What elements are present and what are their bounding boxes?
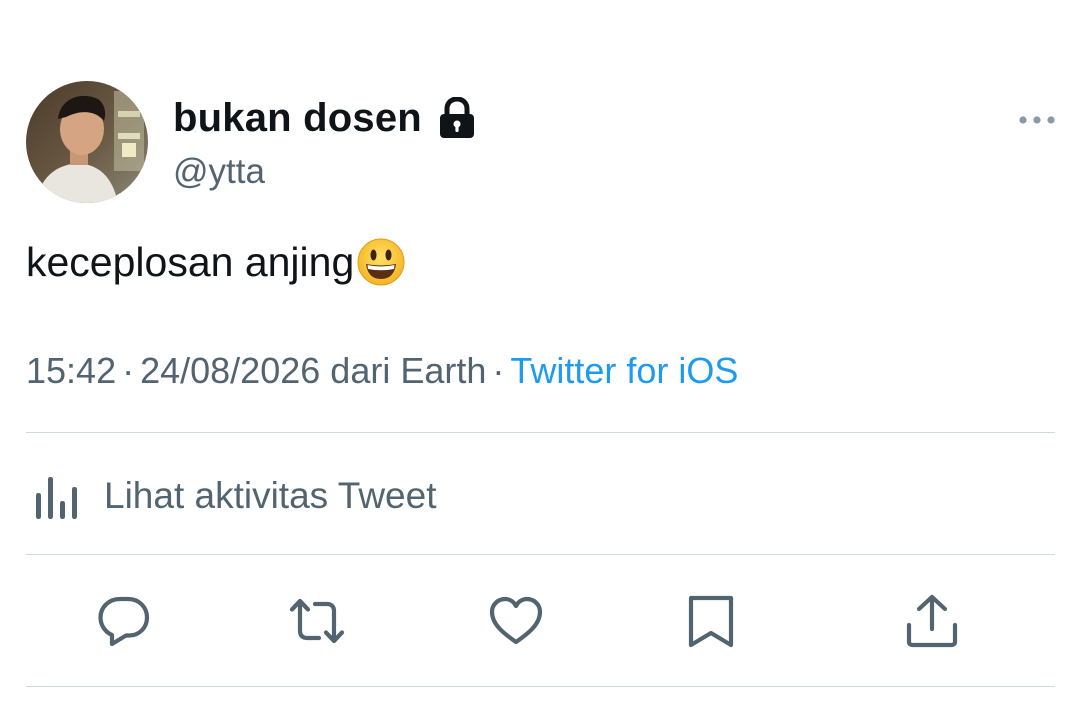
view-activity-button[interactable]: Lihat aktivitas Tweet: [34, 468, 437, 524]
lock-icon: [438, 96, 476, 139]
analytics-icon: [34, 471, 82, 521]
author-name-row[interactable]: bukan dosen: [173, 94, 476, 142]
tweet-date: 24/08/2026: [140, 350, 321, 391]
tweet-body: keceplosan anjing: [26, 239, 355, 285]
bookmark-icon: [688, 595, 734, 648]
avatar[interactable]: [26, 81, 148, 203]
share-button[interactable]: [904, 593, 960, 649]
reply-button[interactable]: [96, 593, 152, 649]
meta-separator: ·: [492, 350, 505, 391]
tweet-meta: 15:42 · 24/08/2026 dari Earth · Twitter for …: [26, 350, 738, 392]
like-icon: [489, 596, 543, 645]
meta-separator: ·: [122, 350, 135, 391]
retweet-button[interactable]: [289, 593, 345, 649]
divider: [26, 686, 1055, 687]
tweet-location: dari Earth: [330, 350, 487, 391]
more-options-icon[interactable]: [1017, 110, 1057, 130]
tweet-detail: bukan dosen @ytta keceplosan anjing 15:4…: [0, 0, 1080, 709]
retweet-icon: [289, 598, 345, 644]
divider: [26, 432, 1055, 433]
tweet-time: 15:42: [26, 350, 117, 391]
share-icon: [906, 594, 958, 648]
divider: [26, 554, 1055, 555]
like-button[interactable]: [488, 593, 544, 649]
grinning-face-emoji: [356, 237, 406, 287]
tweet-text: keceplosan anjing: [26, 236, 406, 288]
author-handle[interactable]: @ytta: [173, 152, 265, 192]
profile-photo: [26, 81, 148, 203]
display-name: bukan dosen: [173, 95, 422, 140]
reply-icon: [98, 596, 150, 647]
tweet-source-link[interactable]: Twitter for iOS: [510, 350, 738, 391]
bookmark-button[interactable]: [683, 593, 739, 649]
view-activity-label: Lihat aktivitas Tweet: [104, 475, 437, 516]
